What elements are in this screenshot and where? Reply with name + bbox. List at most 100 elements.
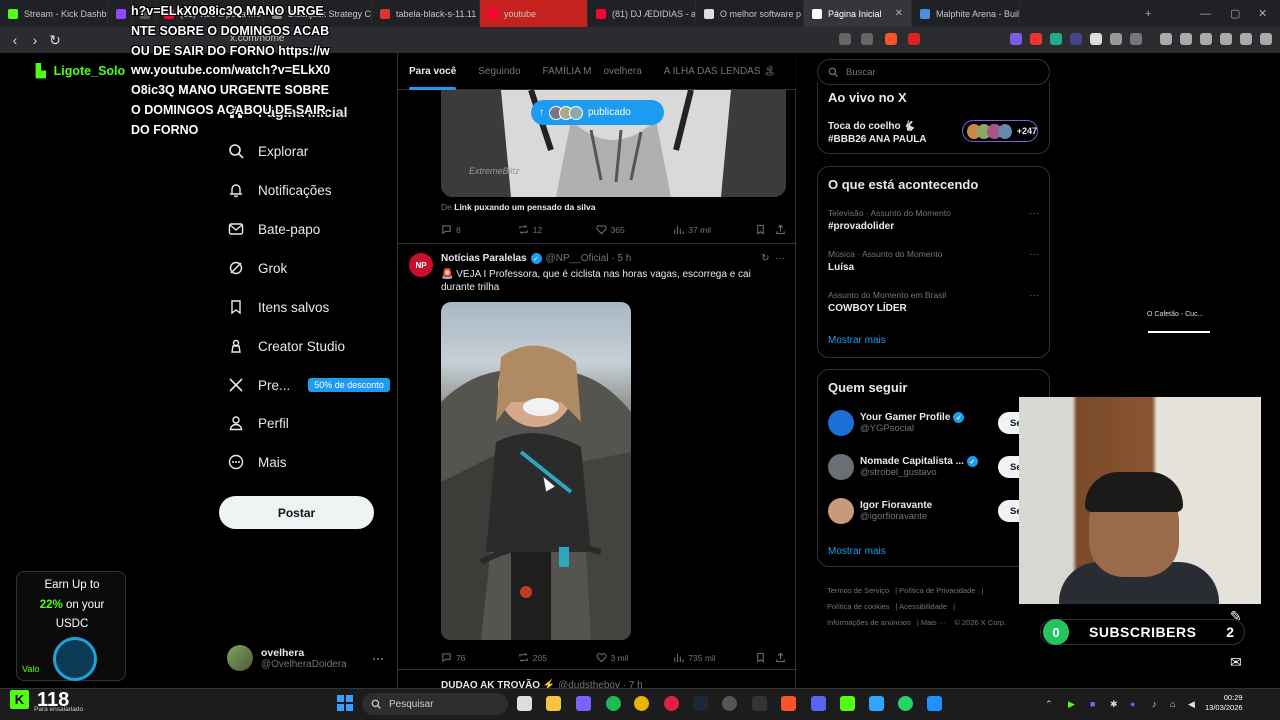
tray-bluetooth-icon[interactable]: ✱ (1110, 699, 1118, 710)
footer-link[interactable]: Política de cookies (827, 602, 890, 611)
brave-shield-icon[interactable] (885, 33, 897, 45)
tab-seguindo[interactable]: Seguindo (467, 53, 531, 90)
new-posts-pill[interactable]: ↑ publicado (531, 100, 664, 125)
trend-more-icon[interactable]: ··· (1029, 208, 1039, 219)
whatsapp-icon[interactable] (898, 696, 913, 711)
tray-volume-icon[interactable]: ◀ (1188, 699, 1195, 710)
minimize-button[interactable]: — (1200, 0, 1211, 27)
sidebar-item-bookmarks[interactable]: Itens salvos (228, 299, 329, 315)
tray-network-icon[interactable]: ⌂ (1170, 699, 1175, 709)
app-icon[interactable] (927, 696, 942, 711)
like-button[interactable]: 3 mil (596, 652, 674, 663)
views-button[interactable]: 37 mil (673, 224, 755, 235)
extension-icon[interactable] (1010, 33, 1022, 45)
tab-a-ilha-das-lendas[interactable]: A ILHA DAS LENDAS 🏝 (653, 53, 787, 90)
browser-tab[interactable]: (81) DJ ÆDIDIAS - ar (588, 0, 696, 27)
bookmark-button[interactable] (755, 652, 775, 663)
account-more-icon[interactable]: ··· (372, 651, 384, 665)
trend-item[interactable]: Música · Assunto do Momento Luísa (828, 249, 942, 273)
extension-icon[interactable] (1130, 33, 1142, 45)
tweet-more-icon[interactable]: ↻ ··· (761, 253, 785, 264)
sidebar-icon[interactable] (1180, 33, 1192, 45)
steam-icon[interactable] (693, 696, 708, 711)
notes-icon[interactable] (869, 696, 884, 711)
sidebar-item-notifications[interactable]: Notificações (228, 182, 332, 198)
maximize-button[interactable]: ▢ (1230, 0, 1240, 27)
author-name[interactable]: Notícias Paralelas (441, 253, 527, 264)
wallet-icon[interactable] (1200, 33, 1212, 45)
tab-para-voce[interactable]: Para você (398, 53, 467, 90)
opera-icon[interactable] (664, 696, 679, 711)
tray-discord-icon[interactable]: ● (1130, 699, 1135, 709)
sidebar-item-chat[interactable]: Bate-papo (228, 221, 320, 237)
trend-item[interactable]: Assunto do Momento em Brasil COWBOY LÍDE… (828, 290, 946, 314)
like-button[interactable]: 365 (596, 224, 674, 235)
kick-icon[interactable] (840, 696, 855, 711)
obs-icon[interactable] (752, 696, 767, 711)
extension-icon[interactable] (1030, 33, 1042, 45)
new-tab-button[interactable]: + (1145, 0, 1151, 27)
close-window-button[interactable]: ✕ (1258, 0, 1267, 27)
post-button[interactable]: Postar (219, 496, 374, 529)
tray-kick-icon[interactable]: ▶ (1068, 699, 1075, 710)
close-tab-icon[interactable]: ✕ (895, 8, 903, 19)
browser-tab[interactable]: tabela-black-s-11.11 (372, 0, 480, 27)
sidebar-item-premium[interactable]: Pre... 50% de desconto (228, 377, 390, 393)
footer-link[interactable]: Termos de Serviço (827, 586, 889, 595)
source-link[interactable]: Link puxando um pensado da silva (454, 202, 595, 212)
avatar[interactable]: NP (409, 253, 433, 277)
taskbar-clock[interactable]: 00:29 13/03/2026 (1205, 693, 1243, 713)
footer-link[interactable]: Acessibilidade (899, 602, 947, 611)
show-more-trends-link[interactable]: Mostrar mais (828, 335, 886, 346)
discord-icon[interactable] (811, 696, 826, 711)
repost-button[interactable]: 12 (518, 224, 596, 235)
views-button[interactable]: 735 mil (673, 652, 755, 663)
repost-button[interactable]: 205 (518, 652, 596, 663)
share-button[interactable] (775, 652, 786, 663)
puzzle-icon[interactable] (1110, 33, 1122, 45)
extension-icon[interactable] (1090, 33, 1102, 45)
tray-mic-icon[interactable]: ♪ (1152, 699, 1157, 709)
share-button[interactable] (775, 224, 786, 235)
browser-tab[interactable] (108, 0, 132, 27)
tray-chevron-icon[interactable]: ⌃ (1045, 699, 1053, 710)
sidebar-item-creator-studio[interactable]: Creator Studio (228, 338, 345, 354)
forward-icon[interactable]: › (25, 32, 45, 48)
task-view-icon[interactable] (517, 696, 532, 711)
app-grid-icon[interactable] (576, 696, 591, 711)
footer-link[interactable]: Mais ··· (921, 618, 946, 627)
browser-tab[interactable]: O melhor software p (696, 0, 804, 27)
music-icon[interactable] (1160, 33, 1172, 45)
trend-item[interactable]: Televisão · Assunto do Momento #provadol… (828, 208, 951, 232)
leo-icon[interactable] (1220, 33, 1232, 45)
extension-icon[interactable] (1050, 33, 1062, 45)
reply-button[interactable]: 76 (441, 652, 518, 663)
bookmark-button[interactable] (755, 224, 775, 235)
screen-icon[interactable] (839, 33, 851, 45)
reload-icon[interactable]: ↻ (45, 32, 65, 49)
chrome-icon[interactable] (634, 696, 649, 711)
sidebar-item-profile[interactable]: Perfil (228, 415, 289, 431)
tab-ovelhera[interactable]: ovelhera (592, 53, 652, 90)
browser-tab[interactable]: Stream - Kick Dashbo (0, 0, 108, 27)
trend-more-icon[interactable]: ··· (1029, 249, 1039, 260)
live-item[interactable]: Toca do coelho 🐇 #BBB26 ANA PAULA (828, 120, 953, 146)
account-switcher[interactable]: ovelhera @OvelheraDoidera (227, 645, 347, 671)
windows-start-icon[interactable] (337, 695, 353, 711)
sidebar-item-more[interactable]: Mais (228, 454, 287, 470)
mail-icon[interactable]: ✉ (1230, 654, 1248, 672)
sidebar-item-explore[interactable]: Explorar (228, 143, 308, 159)
file-explorer-icon[interactable] (546, 696, 561, 711)
browser-tab[interactable]: youtube (480, 0, 588, 27)
footer-link[interactable]: Política de Privacidade (899, 586, 975, 595)
footer-link[interactable]: Informações de anúncios (827, 618, 911, 627)
reply-button[interactable]: 8 (441, 224, 518, 235)
vpn-icon[interactable] (1240, 33, 1252, 45)
taskbar-search[interactable]: Pesquisar (362, 693, 508, 715)
menu-icon[interactable] (1260, 33, 1272, 45)
brave-icon[interactable] (781, 696, 796, 711)
brave-rewards-icon[interactable] (908, 33, 920, 45)
browser-tab[interactable]: Página Inicial ✕ (804, 0, 912, 27)
show-more-follow-link[interactable]: Mostrar mais (828, 546, 886, 557)
sidebar-item-grok[interactable]: Grok (228, 260, 287, 276)
